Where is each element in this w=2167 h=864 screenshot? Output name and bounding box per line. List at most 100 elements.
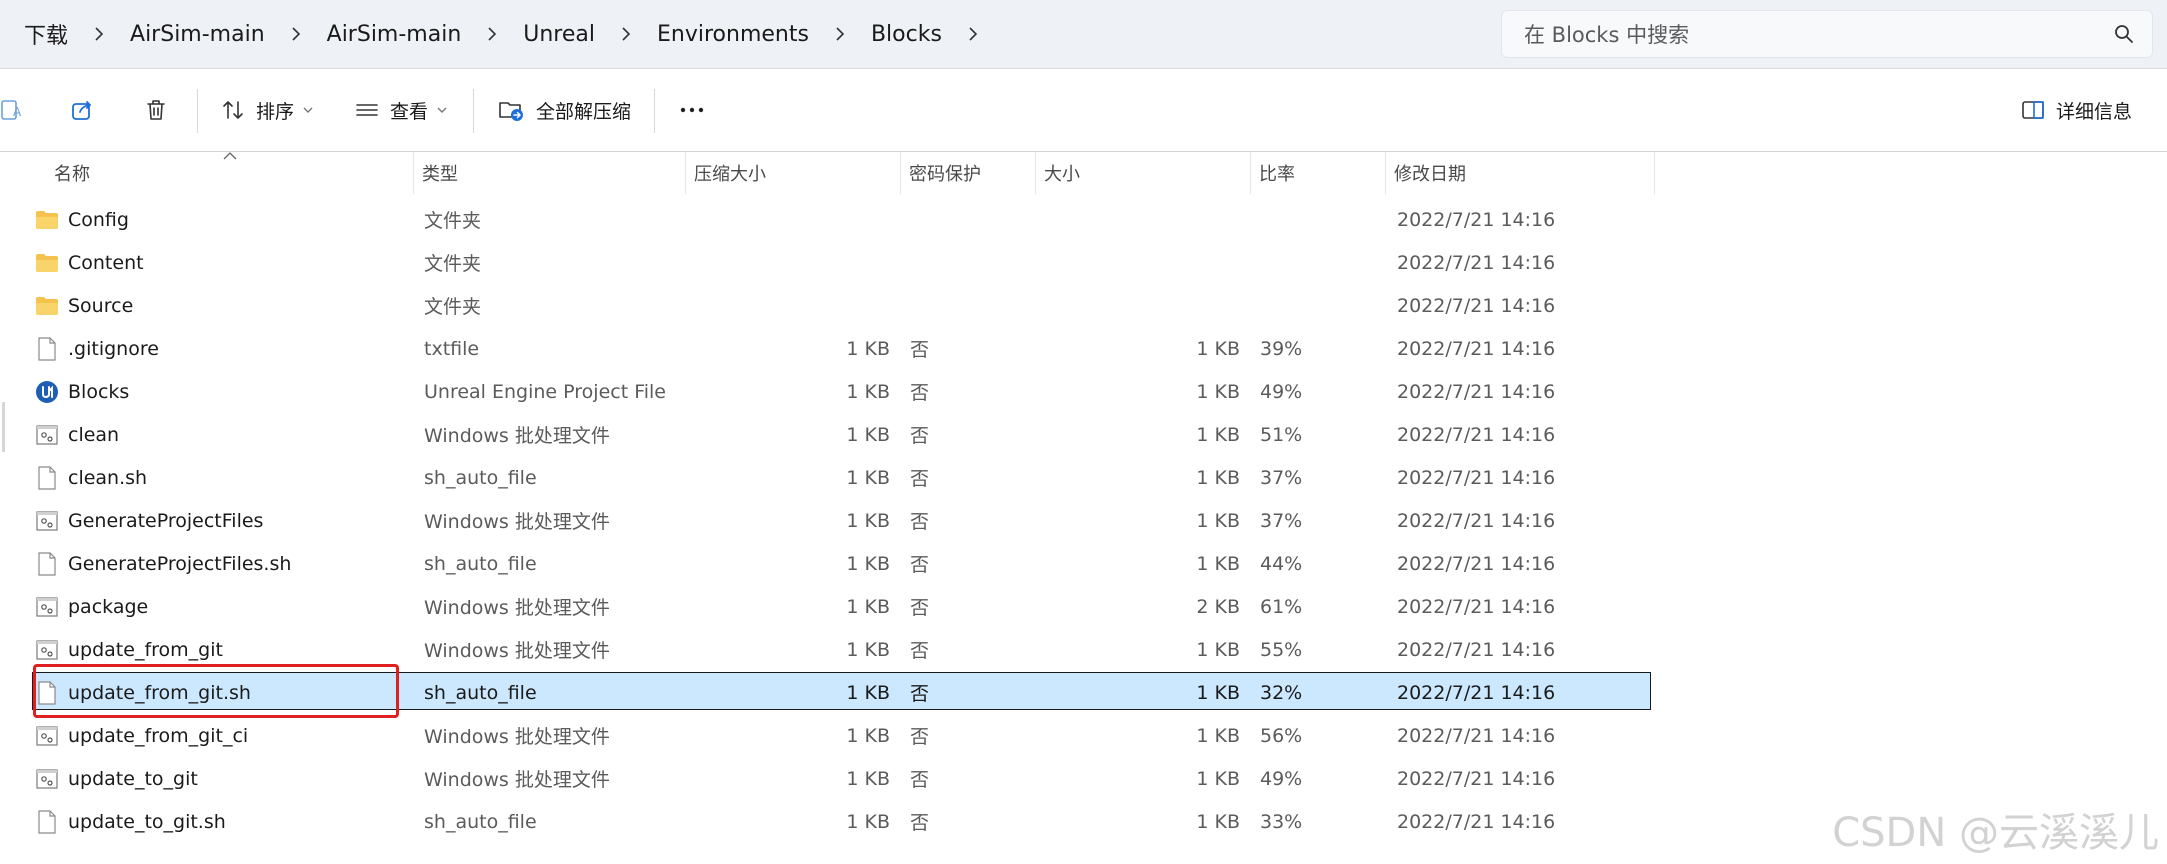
file-name-cell[interactable]: update_from_git_ci <box>34 714 248 757</box>
breadcrumb-chevron-icon[interactable] <box>70 26 128 42</box>
file-row[interactable]: Config 文件夹 2022/7/21 14:16 <box>0 198 2167 241</box>
file-size: 1 KB <box>1196 810 1240 833</box>
more-options-button[interactable] <box>678 69 706 151</box>
search-input[interactable] <box>1522 11 2086 59</box>
file-compressed-size: 1 KB <box>846 681 890 704</box>
search-icon[interactable] <box>2114 24 2134 44</box>
breadcrumb-item[interactable]: 下载 <box>22 14 70 54</box>
batch-file-icon <box>34 422 60 448</box>
column-header-size-label: 大小 <box>1044 164 1080 185</box>
details-pane-icon <box>2022 101 2044 119</box>
file-name: Blocks <box>68 380 130 403</box>
file-compressed-size: 1 KB <box>846 595 890 618</box>
column-header-password[interactable]: 密码保护 <box>900 152 1035 194</box>
file-name-cell[interactable]: GenerateProjectFiles <box>34 499 263 542</box>
file-type: Windows 批处理文件 <box>424 511 610 533</box>
file-password-protected: 否 <box>910 382 930 404</box>
file-name-cell[interactable]: Source <box>34 284 133 327</box>
batch-file-icon <box>34 508 60 534</box>
file-compressed-size: 1 KB <box>846 767 890 790</box>
column-header-ratio[interactable]: 比率 <box>1250 152 1385 194</box>
file-size: 1 KB <box>1196 638 1240 661</box>
address-bar: 下载 AirSim-main AirSim-main Unreal Environmen… <box>0 0 2167 69</box>
extract-all-button[interactable]: 全部解压缩 <box>498 69 631 151</box>
file-ratio: 56% <box>1260 724 1303 747</box>
file-row[interactable]: Content 文件夹 2022/7/21 14:16 <box>0 241 2167 284</box>
share-button[interactable] <box>70 69 96 151</box>
file-row[interactable]: clean.sh sh_auto_file 1 KB 否 1 KB 37% 2022/7/2… <box>0 456 2167 499</box>
file-name-cell[interactable]: clean.sh <box>34 456 147 499</box>
file-name-cell[interactable]: update_to_git <box>34 757 198 800</box>
delete-button[interactable] <box>143 69 169 151</box>
file-row[interactable]: Blocks Unreal Engine Project File 1 KB 否 1 K… <box>0 370 2167 413</box>
file-type: sh_auto_file <box>424 810 537 833</box>
breadcrumb-item[interactable]: Blocks <box>869 18 944 51</box>
file-ratio: 32% <box>1260 681 1303 704</box>
breadcrumb-chevron-icon[interactable] <box>267 26 325 42</box>
file-size: 2 KB <box>1196 595 1240 618</box>
file-ratio: 61% <box>1260 595 1303 618</box>
file-row[interactable]: .gitignore txtfile 1 KB 否 1 KB 39% 2022/7/21 1… <box>0 327 2167 370</box>
file-modified-date: 2022/7/21 14:16 <box>1397 681 1556 704</box>
file-name-cell[interactable]: GenerateProjectFiles.sh <box>34 542 291 585</box>
column-header-modified-label: 修改日期 <box>1394 164 1466 185</box>
file-modified-date: 2022/7/21 14:16 <box>1397 251 1556 274</box>
file-row[interactable]: package Windows 批处理文件 1 KB 否 2 KB 61% 2022/7/2… <box>0 585 2167 628</box>
file-compressed-size: 1 KB <box>846 337 890 360</box>
breadcrumb-item[interactable]: AirSim-main <box>325 18 464 51</box>
file-password-protected: 否 <box>910 425 930 447</box>
file-ratio: 49% <box>1260 767 1303 790</box>
sort-button[interactable]: 排序 <box>220 69 314 151</box>
file-name-cell[interactable]: .gitignore <box>34 327 159 370</box>
column-header-size[interactable]: 大小 <box>1035 152 1250 194</box>
file-row[interactable]: Source 文件夹 2022/7/21 14:16 <box>0 284 2167 327</box>
translate-button[interactable]: A <box>0 69 26 151</box>
view-button[interactable]: 查看 <box>354 69 448 151</box>
file-row[interactable]: update_to_git Windows 批处理文件 1 KB 否 1 KB 49% 20… <box>0 757 2167 800</box>
column-header-name[interactable]: 名称 <box>46 152 413 194</box>
details-pane-button[interactable]: 详细信息 <box>2020 69 2132 151</box>
column-header-compressed-size-label: 压缩大小 <box>694 164 766 185</box>
file-size: 1 KB <box>1196 423 1240 446</box>
file-name-cell[interactable]: update_to_git.sh <box>34 800 226 843</box>
file-compressed-size <box>760 241 890 284</box>
file-password-protected: 否 <box>910 339 930 361</box>
column-header-type[interactable]: 类型 <box>413 152 685 194</box>
file-name-cell[interactable]: package <box>34 585 148 628</box>
file-compressed-size: 1 KB <box>846 724 890 747</box>
breadcrumb: 下载 AirSim-main AirSim-main Unreal Environmen… <box>22 0 1002 68</box>
column-header-modified[interactable]: 修改日期 <box>1385 152 1655 194</box>
column-header-compressed-size[interactable]: 压缩大小 <box>685 152 900 194</box>
breadcrumb-item[interactable]: Environments <box>655 18 811 51</box>
file-row[interactable]: update_from_git_ci Windows 批处理文件 1 KB 否 1 KB… <box>0 714 2167 757</box>
column-header-name-label: 名称 <box>54 164 90 185</box>
file-row[interactable]: clean Windows 批处理文件 1 KB 否 1 KB 51% 2022/7/21 … <box>0 413 2167 456</box>
file-icon <box>34 551 60 577</box>
file-name-cell[interactable]: Blocks <box>34 370 129 413</box>
breadcrumb-item[interactable]: Unreal <box>521 18 597 51</box>
breadcrumb-chevron-icon[interactable] <box>944 26 1002 42</box>
file-name-cell[interactable]: clean <box>34 413 119 456</box>
file-name-cell[interactable]: Config <box>34 198 129 241</box>
breadcrumb-item[interactable]: AirSim-main <box>128 18 267 51</box>
file-modified-date: 2022/7/21 14:16 <box>1397 810 1556 833</box>
column-header-type-label: 类型 <box>422 164 458 185</box>
file-row[interactable]: GenerateProjectFiles Windows 批处理文件 1 KB 否 1 … <box>0 499 2167 542</box>
svg-text:A: A <box>13 105 22 119</box>
breadcrumb-chevron-icon[interactable] <box>463 26 521 42</box>
search-box[interactable] <box>1501 10 2153 59</box>
file-size: 1 KB <box>1196 681 1240 704</box>
breadcrumb-chevron-icon[interactable] <box>597 26 655 42</box>
batch-file-icon <box>34 723 60 749</box>
file-size: 1 KB <box>1196 380 1240 403</box>
file-modified-date: 2022/7/21 14:16 <box>1397 552 1556 575</box>
breadcrumb-chevron-icon[interactable] <box>811 26 869 42</box>
file-compressed-size: 1 KB <box>846 423 890 446</box>
file-compressed-size: 1 KB <box>846 380 890 403</box>
chevron-down-icon <box>437 107 447 113</box>
file-type: 文件夹 <box>424 253 482 275</box>
file-row[interactable]: GenerateProjectFiles.sh sh_auto_file 1 KB 否… <box>0 542 2167 585</box>
file-type: Windows 批处理文件 <box>424 425 610 447</box>
file-name-cell[interactable]: Content <box>34 241 144 284</box>
file-size: 1 KB <box>1196 552 1240 575</box>
